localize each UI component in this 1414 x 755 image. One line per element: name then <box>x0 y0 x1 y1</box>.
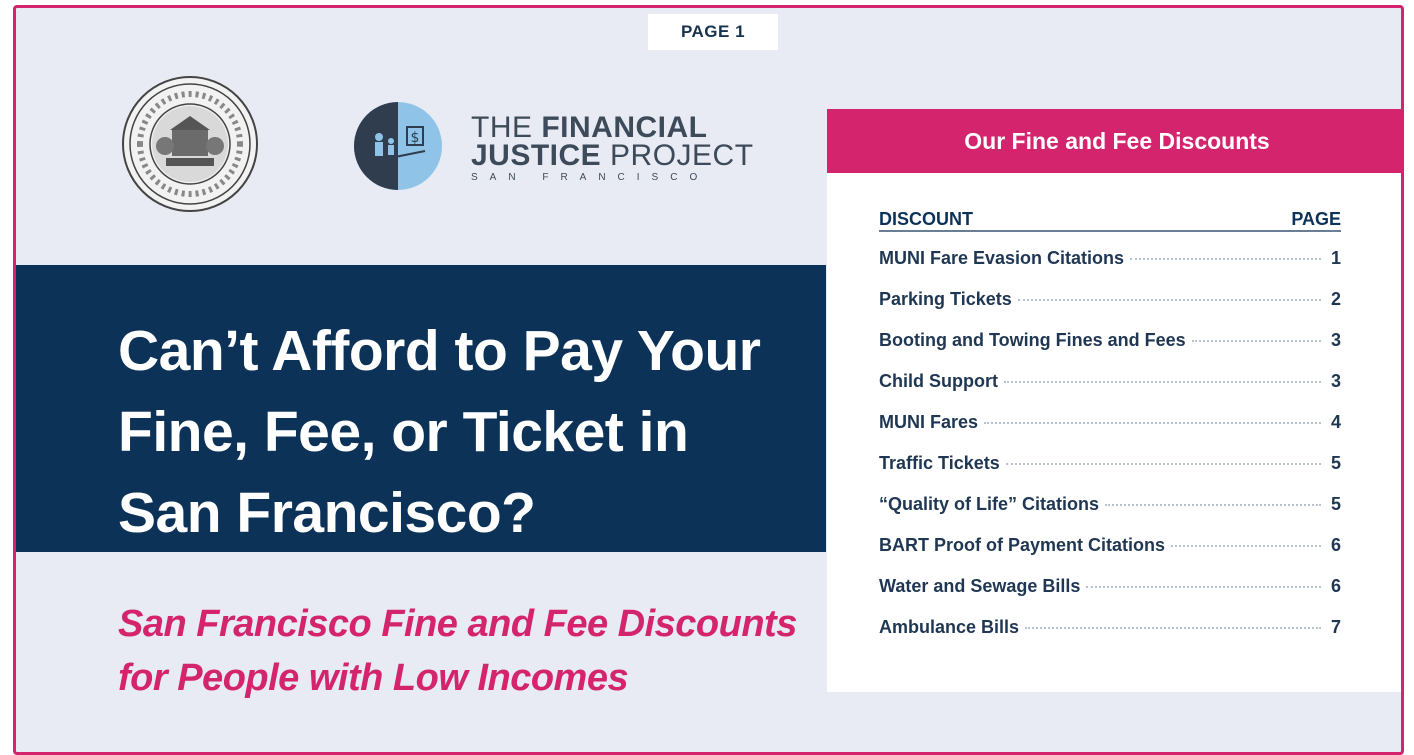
toc-item-page: 5 <box>1330 453 1341 473</box>
toc-header: Our Fine and Fee Discounts <box>827 109 1401 173</box>
toc-item[interactable]: Water and Sewage Bills 6 <box>879 576 1341 617</box>
toc-item-page: 2 <box>1330 289 1341 309</box>
title-line: Can’t Afford to Pay Your <box>118 319 761 383</box>
toc-item[interactable]: Child Support 3 <box>879 371 1341 412</box>
page-label: PAGE 1 <box>648 14 778 50</box>
toc-item[interactable]: Parking Tickets 2 <box>879 289 1341 330</box>
toc-item-label: MUNI Fares <box>879 412 979 432</box>
toc-leader-dots <box>1130 258 1321 260</box>
subtitle-line: San Francisco Fine and Fee Discounts <box>118 603 797 645</box>
toc-item[interactable]: Booting and Towing Fines and Fees 3 <box>879 330 1341 371</box>
toc-leader-dots <box>1105 504 1321 506</box>
discounts-table-of-contents: Our Fine and Fee Discounts DISCOUNT PAGE… <box>827 109 1401 692</box>
toc-item-page: 1 <box>1330 248 1341 268</box>
fjp-line2-light: PROJECT <box>601 139 754 172</box>
title-line: Fine, Fee, or Ticket in <box>118 400 689 464</box>
city-county-seal-icon <box>122 76 258 212</box>
toc-item[interactable]: Ambulance Bills 7 <box>879 617 1341 658</box>
toc-item-page: 7 <box>1330 617 1341 637</box>
toc-item-label: Child Support <box>879 371 998 391</box>
toc-leader-dots <box>1017 299 1321 301</box>
toc-col-discount: DISCOUNT <box>879 209 973 229</box>
fjp-wordmark-line1: THE FINANCIAL <box>471 113 754 143</box>
subtitle-line: for People with Low Incomes <box>118 657 629 699</box>
toc-item-label: “Quality of Life” Citations <box>879 494 1100 514</box>
toc-item-page: 6 <box>1330 576 1341 596</box>
page-subtitle: San Francisco Fine and Fee Discounts for… <box>118 597 797 705</box>
financial-justice-scale-icon: $ <box>354 102 442 190</box>
flyer-page: PAGE 1 $ THE FINANCIAL JUSTICE PROJECT S… <box>13 5 1404 755</box>
toc-item-label: Booting and Towing Fines and Fees <box>879 330 1186 350</box>
toc-leader-dots <box>1025 627 1321 629</box>
toc-item-page: 5 <box>1330 494 1341 514</box>
toc-item-label: Traffic Tickets <box>879 453 1000 473</box>
toc-item-label: Ambulance Bills <box>879 617 1020 637</box>
toc-item-page: 3 <box>1330 371 1341 391</box>
toc-item[interactable]: MUNI Fares 4 <box>879 412 1341 453</box>
fjp-wordmark-line2: JUSTICE PROJECT <box>471 139 754 172</box>
toc-list: MUNI Fare Evasion Citations 1 Parking Tic… <box>879 248 1341 658</box>
svg-text:$: $ <box>411 130 420 146</box>
toc-item[interactable]: MUNI Fare Evasion Citations 1 <box>879 248 1341 289</box>
toc-column-headers: DISCOUNT PAGE <box>879 204 1341 232</box>
toc-item[interactable]: “Quality of Life” Citations 5 <box>879 494 1341 535</box>
page-title: Can’t Afford to Pay Your Fine, Fee, or T… <box>118 311 818 554</box>
toc-item[interactable]: Traffic Tickets 5 <box>879 453 1341 494</box>
toc-item-label: BART Proof of Payment Citations <box>879 535 1166 555</box>
toc-item-page: 6 <box>1330 535 1341 555</box>
title-line: San Francisco? <box>118 481 536 545</box>
toc-col-page: PAGE <box>1291 209 1341 229</box>
toc-leader-dots <box>1171 545 1321 547</box>
toc-item-page: 3 <box>1330 330 1341 350</box>
toc-item-page: 4 <box>1330 412 1341 432</box>
toc-item-label: Water and Sewage Bills <box>879 576 1081 596</box>
toc-item[interactable]: BART Proof of Payment Citations 6 <box>879 535 1341 576</box>
fjp-wordmark: THE FINANCIAL JUSTICE PROJECT SAN FRANCI… <box>471 113 754 184</box>
fjp-line2-bold: JUSTICE <box>471 139 602 172</box>
toc-item-label: Parking Tickets <box>879 289 1012 309</box>
toc-leader-dots <box>1191 340 1321 342</box>
toc-leader-dots <box>1003 381 1321 383</box>
toc-leader-dots <box>984 422 1321 424</box>
fjp-wordmark-line3: SAN FRANCISCO <box>471 172 710 183</box>
toc-leader-dots <box>1005 463 1321 465</box>
toc-leader-dots <box>1086 586 1321 588</box>
toc-item-label: MUNI Fare Evasion Citations <box>879 248 1125 268</box>
